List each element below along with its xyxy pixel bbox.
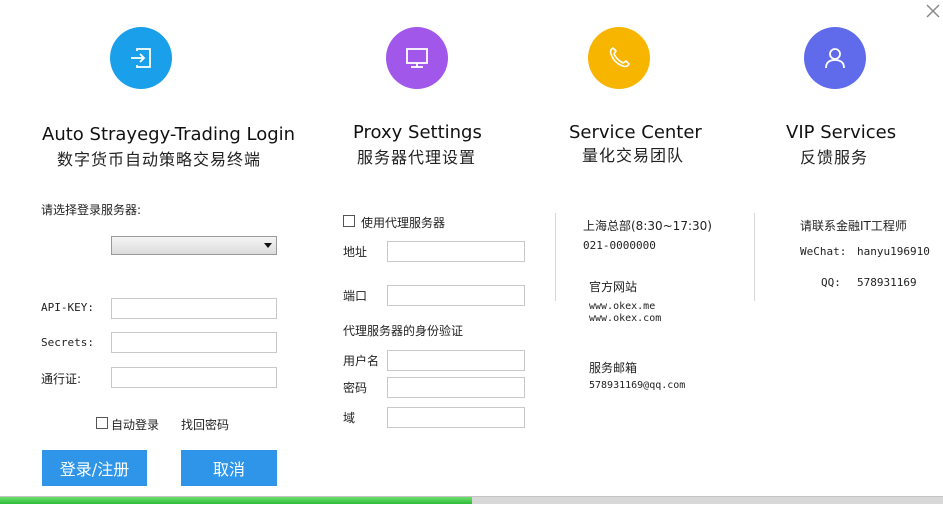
password-input[interactable] <box>387 377 525 398</box>
progress-bar <box>0 496 943 504</box>
divider-right <box>754 213 755 301</box>
hq-label: 上海总部(8:30~17:30) <box>583 219 712 233</box>
server-select[interactable] <box>111 236 277 255</box>
server-label: 请选择登录服务器: <box>41 203 142 217</box>
login-circle <box>110 27 172 89</box>
wechat-value: hanyu196910 <box>857 245 930 258</box>
proxy-subtitle: 服务器代理设置 <box>357 148 477 167</box>
vip-contact-label: 请联系金融IT工程师 <box>800 219 907 233</box>
domain-input[interactable] <box>387 407 525 428</box>
user-icon <box>825 48 845 69</box>
address-input[interactable] <box>387 241 525 262</box>
pass-label: 通行证: <box>41 372 82 386</box>
website-link-1[interactable]: www.okex.me <box>589 301 655 312</box>
website-link-2[interactable]: www.okex.com <box>589 313 661 324</box>
cancel-button[interactable]: 取消 <box>181 450 277 486</box>
close-icon <box>926 4 940 18</box>
username-label: 用户名 <box>343 354 380 368</box>
chevron-down-icon <box>264 243 272 248</box>
vip-title: VIP Services <box>786 122 897 143</box>
port-input[interactable] <box>387 285 525 306</box>
proxy-title: Proxy Settings <box>353 122 482 143</box>
pass-input[interactable] <box>111 367 277 388</box>
vip-circle <box>804 27 866 89</box>
email-value: 578931169@qq.com <box>589 380 686 391</box>
vip-subtitle: 反馈服务 <box>800 148 869 167</box>
proxy-circle <box>386 27 448 89</box>
qq-value: 578931169 <box>857 276 917 289</box>
secrets-label: Secrets: <box>41 336 94 349</box>
service-subtitle: 量化交易团队 <box>582 146 685 165</box>
monitor-icon <box>406 48 428 68</box>
phone-number: 021-0000000 <box>583 239 656 252</box>
apikey-input[interactable] <box>111 298 277 319</box>
username-input[interactable] <box>387 350 525 371</box>
auto-login-label: 自动登录 <box>111 418 160 432</box>
secrets-input[interactable] <box>111 332 277 353</box>
find-password-link[interactable]: 找回密码 <box>181 416 229 433</box>
website-label: 官方网站 <box>589 280 638 294</box>
use-proxy-label: 使用代理服务器 <box>361 216 446 230</box>
login-title: Auto Strayegy-Trading Login <box>42 124 296 145</box>
close-button[interactable] <box>924 2 942 20</box>
phone-icon <box>609 47 630 68</box>
service-title: Service Center <box>569 122 702 143</box>
progress-fill <box>0 497 472 504</box>
use-proxy-checkbox[interactable] <box>343 215 355 227</box>
apikey-label: API-KEY: <box>41 301 94 314</box>
login-subtitle: 数字货币自动策略交易终端 <box>57 150 262 169</box>
wechat-label: WeChat: <box>800 245 847 258</box>
password-label: 密码 <box>343 381 368 395</box>
port-label: 端口 <box>343 289 368 303</box>
auto-login-checkbox[interactable] <box>96 417 108 429</box>
domain-label: 域 <box>343 411 356 425</box>
qq-label: QQ: <box>821 276 841 289</box>
login-register-button[interactable]: 登录/注册 <box>42 450 147 486</box>
login-arrow-icon <box>131 48 151 68</box>
email-label: 服务邮箱 <box>589 361 638 375</box>
proxy-auth-label: 代理服务器的身份验证 <box>343 324 464 338</box>
service-circle <box>588 27 650 89</box>
divider-left <box>555 213 556 301</box>
address-label: 地址 <box>343 245 368 259</box>
